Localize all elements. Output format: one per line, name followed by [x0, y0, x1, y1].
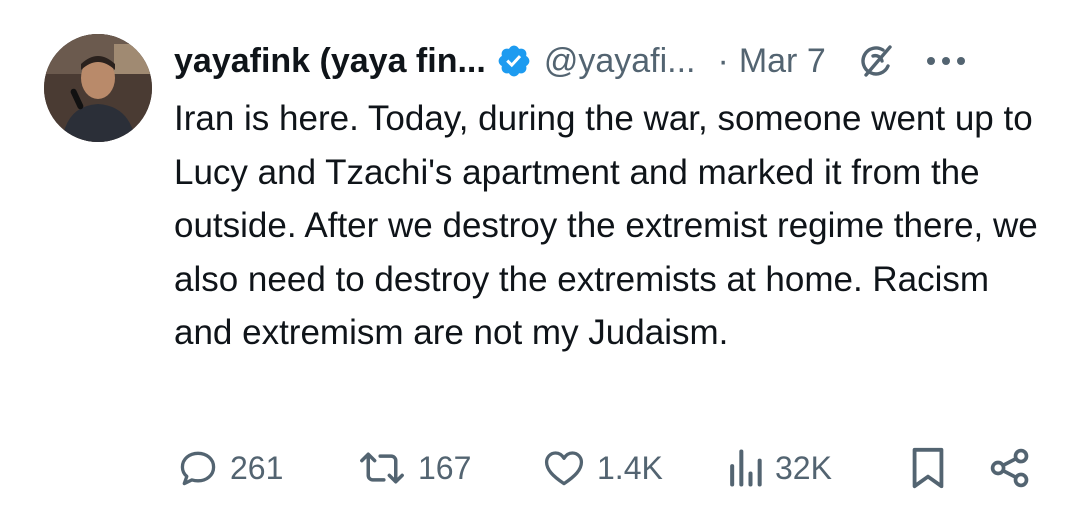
bookmark-icon [908, 445, 948, 491]
repost-button[interactable]: 167 [356, 438, 471, 498]
tweet-text: Iran is here. Today, during the war, som… [174, 99, 1038, 352]
views-icon [725, 446, 765, 490]
like-button[interactable]: 1.4K [541, 438, 663, 498]
reply-button[interactable]: 261 [176, 438, 283, 498]
tweet-date[interactable]: Mar 7 [739, 42, 826, 81]
grok-icon[interactable] [856, 41, 896, 81]
reply-count: 261 [230, 449, 284, 486]
action-bar: 261 167 1.4K 32K [0, 438, 1080, 498]
handle[interactable]: @yayafi... [544, 42, 696, 81]
more-options-icon[interactable] [924, 51, 968, 71]
views-button[interactable]: 32K [725, 438, 832, 498]
share-button[interactable] [988, 438, 1032, 498]
like-icon [541, 446, 587, 490]
repost-icon [356, 446, 408, 490]
separator-dot: · [717, 41, 729, 80]
share-icon [988, 446, 1032, 490]
repost-count: 167 [418, 449, 472, 486]
reply-icon [176, 446, 220, 490]
bookmark-button[interactable] [908, 438, 948, 498]
display-name[interactable]: yayafink (yaya fin... [174, 42, 486, 81]
views-count: 32K [775, 449, 832, 486]
verified-badge-icon [496, 43, 532, 79]
avatar-image [44, 34, 152, 142]
like-count: 1.4K [597, 449, 663, 486]
avatar[interactable] [44, 34, 152, 142]
